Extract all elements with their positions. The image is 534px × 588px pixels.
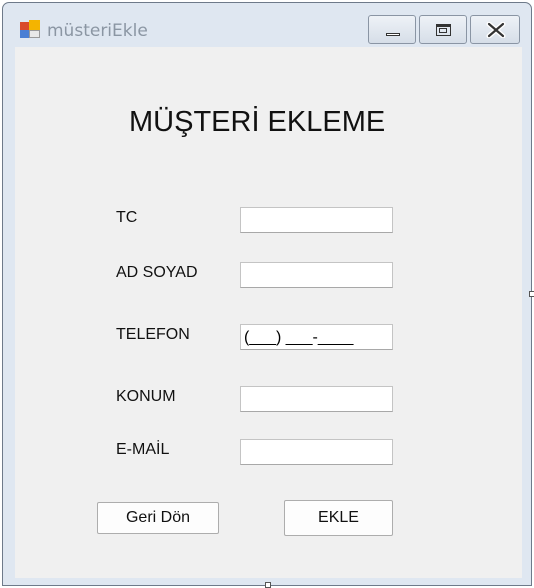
- app-icon[interactable]: [20, 20, 40, 38]
- window-title: müsteriEkle: [47, 21, 148, 41]
- close-button[interactable]: [470, 15, 520, 44]
- minimize-button[interactable]: [368, 15, 416, 44]
- tc-label: TC: [116, 209, 138, 226]
- resize-handle-right[interactable]: [529, 291, 534, 297]
- maximize-icon: [436, 24, 451, 36]
- add-button[interactable]: EKLE: [284, 500, 393, 536]
- telefon-field[interactable]: [240, 324, 393, 350]
- email-field[interactable]: [240, 439, 393, 465]
- maximize-button[interactable]: [419, 15, 467, 44]
- ad-soyad-field[interactable]: [240, 262, 393, 288]
- resize-handle-bottom[interactable]: [265, 582, 271, 588]
- client-area: MÜŞTERİ EKLEME TC AD SOYAD TELEFON KONUM…: [15, 47, 522, 578]
- page-title: MÜŞTERİ EKLEME: [129, 106, 386, 138]
- konum-label: KONUM: [116, 388, 176, 405]
- close-icon: [486, 22, 506, 38]
- konum-field[interactable]: [240, 386, 393, 412]
- back-button[interactable]: Geri Dön: [97, 502, 219, 534]
- ad-soyad-label: AD SOYAD: [116, 264, 198, 281]
- minimize-icon: [386, 33, 400, 36]
- title-bar[interactable]: müsteriEkle: [3, 3, 531, 47]
- form-window: müsteriEkle MÜŞTERİ EKLEME TC AD SOYAD T…: [2, 2, 532, 586]
- telefon-label: TELEFON: [116, 326, 190, 343]
- email-label: E-MAİL: [116, 441, 170, 458]
- tc-field[interactable]: [240, 207, 393, 233]
